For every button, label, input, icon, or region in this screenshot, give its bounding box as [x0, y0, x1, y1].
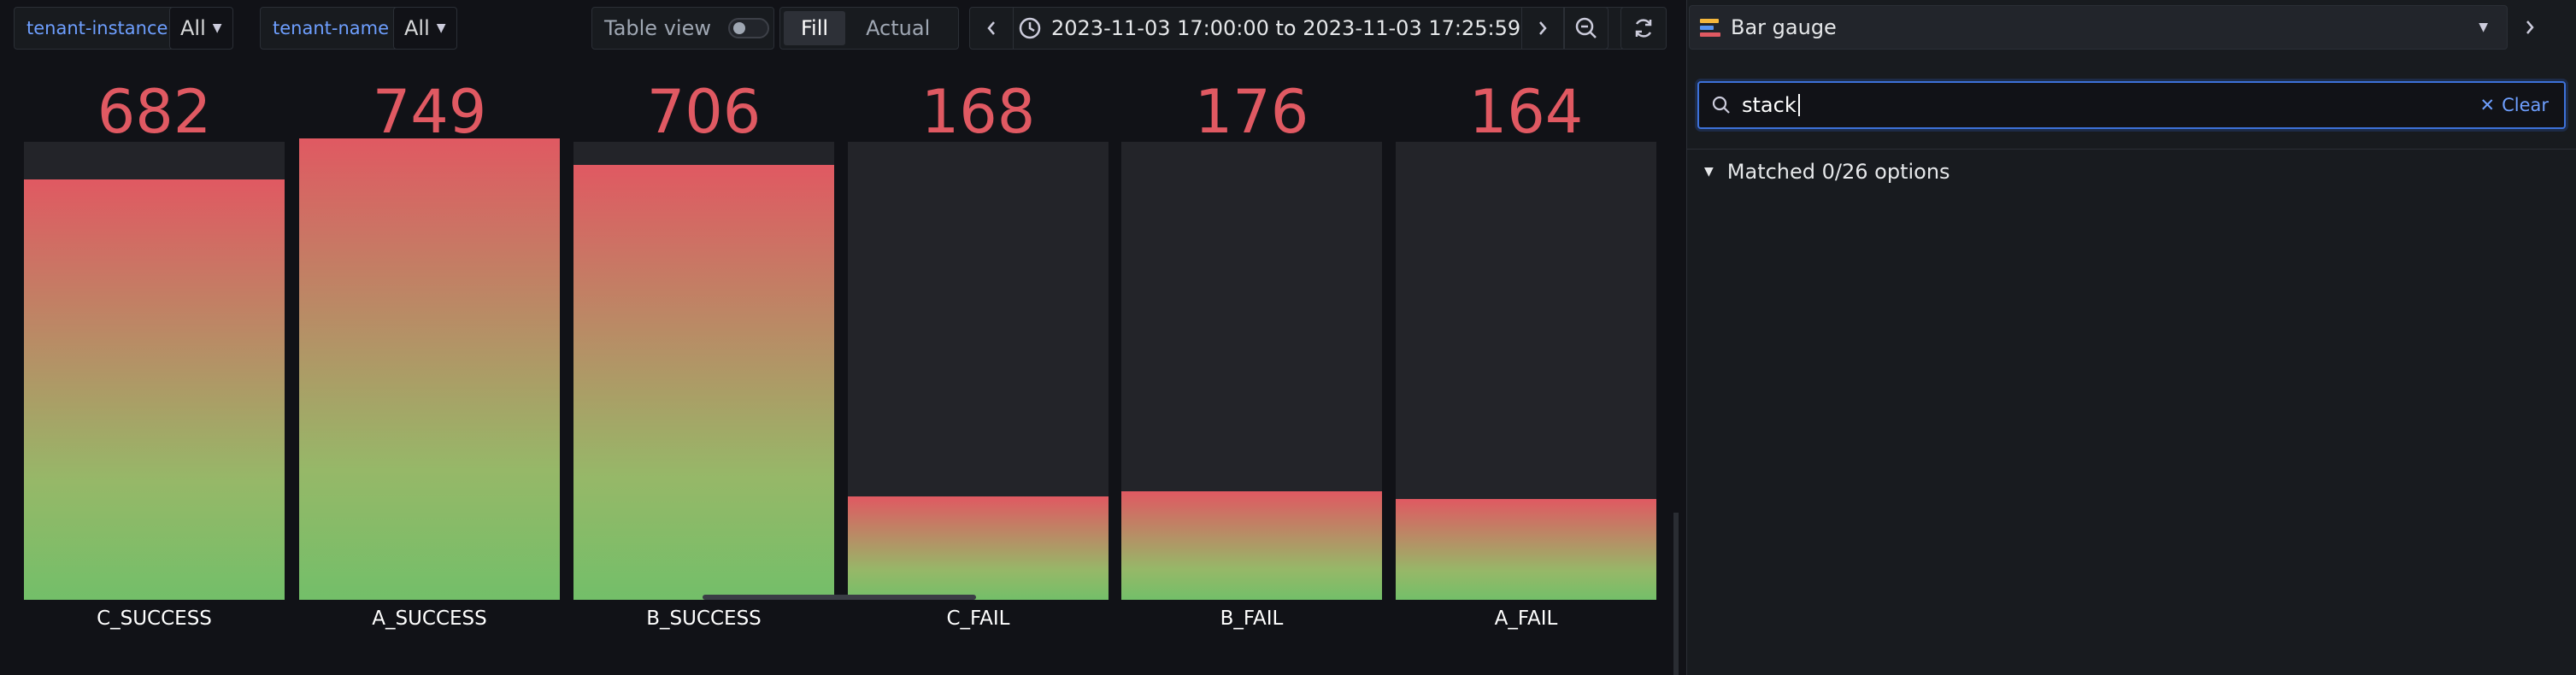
search-icon	[1712, 96, 1730, 114]
bar-label: A_FAIL	[1494, 608, 1558, 630]
bar-label: B_SUCCESS	[646, 608, 762, 630]
chevron-down-icon: ▼	[2479, 21, 2488, 34]
matched-options-header[interactable]: ▼ Matched 0/26 options	[1704, 159, 1950, 185]
chevron-down-icon: ▼	[436, 21, 446, 35]
bar-value: 176	[1194, 77, 1309, 147]
bar-track	[299, 138, 560, 600]
bar-track	[573, 142, 834, 600]
bar-label: A_SUCCESS	[372, 608, 487, 630]
visualization-name: Bar gauge	[1731, 15, 1837, 39]
bar-fill	[1396, 498, 1656, 600]
close-icon: ✕	[2479, 95, 2496, 115]
clear-label: Clear	[2502, 95, 2549, 115]
bar-fill	[299, 138, 560, 600]
chevron-right-icon	[1539, 21, 1547, 35]
bar-gauge-icon	[1700, 18, 1720, 37]
clock-icon	[1019, 17, 1041, 39]
chevron-right-icon	[2526, 21, 2534, 34]
toggle-switch[interactable]	[727, 18, 769, 38]
bar-value: 682	[97, 77, 212, 147]
text-cursor	[1797, 94, 1800, 116]
zoom-out-button[interactable]	[1564, 7, 1609, 50]
fill-option[interactable]: Fill	[784, 11, 846, 45]
fill-mode-radio-group: Fill Actual	[779, 7, 959, 50]
visualization-picker[interactable]: Bar gauge ▼	[1689, 5, 2508, 50]
chevron-left-icon	[987, 21, 995, 35]
matched-count: Matched 0/26 options	[1726, 160, 1950, 184]
horizontal-scrollbar[interactable]	[703, 595, 976, 600]
bar-track	[1121, 142, 1382, 600]
time-forward-button[interactable]	[1521, 7, 1564, 50]
variable-select-tenant-name[interactable]: All ▼	[393, 7, 457, 50]
bar-label: C_FAIL	[946, 608, 1010, 630]
collapse-options-button[interactable]	[2508, 5, 2552, 50]
refresh-button[interactable]	[1620, 7, 1667, 50]
bar-fill	[573, 165, 834, 600]
bar-track	[1396, 142, 1656, 600]
chevron-down-icon: ▼	[212, 21, 222, 35]
zoom-out-icon	[1575, 17, 1597, 38]
bar-fill	[24, 179, 285, 600]
bar-fill	[1121, 491, 1382, 600]
refresh-icon	[1635, 19, 1652, 38]
options-search-input[interactable]: stack ✕ Clear	[1697, 81, 2566, 129]
vertical-scrollbar[interactable]	[1673, 513, 1679, 675]
chevron-down-icon: ▼	[1704, 165, 1714, 179]
bar-value: 706	[646, 77, 762, 147]
table-view-label: Table view	[604, 16, 711, 40]
bar-fill	[848, 496, 1109, 600]
bar-gauge-panel: 682 C_SUCCESS 749 A_SUCCESS 706 B_SUCCESS 168 C…	[0, 56, 1675, 675]
variable-value: All	[180, 16, 206, 40]
variable-value: All	[404, 16, 430, 40]
divider	[1687, 149, 2576, 150]
bar-label: C_SUCCESS	[97, 608, 212, 630]
variable-label-tenant-name: tenant-name	[260, 7, 403, 50]
variable-label-tenant-instance: tenant-instance	[14, 7, 181, 50]
bar-value: 164	[1468, 77, 1584, 147]
actual-option[interactable]: Actual	[849, 11, 947, 45]
variable-select-tenant-instance[interactable]: All ▼	[169, 7, 233, 50]
bar-label: B_FAIL	[1220, 608, 1284, 630]
table-view-toggle[interactable]: Table view	[591, 7, 774, 50]
search-value: stack	[1742, 93, 1797, 117]
bar-value: 168	[920, 77, 1036, 147]
bar-track	[848, 142, 1109, 600]
clear-search-button[interactable]: ✕ Clear	[2479, 83, 2549, 127]
time-range-text: 2023-11-03 17:00:00 to 2023-11-03 17:25:…	[1051, 16, 1521, 40]
time-back-button[interactable]	[969, 7, 1014, 50]
bar-track	[24, 142, 285, 600]
